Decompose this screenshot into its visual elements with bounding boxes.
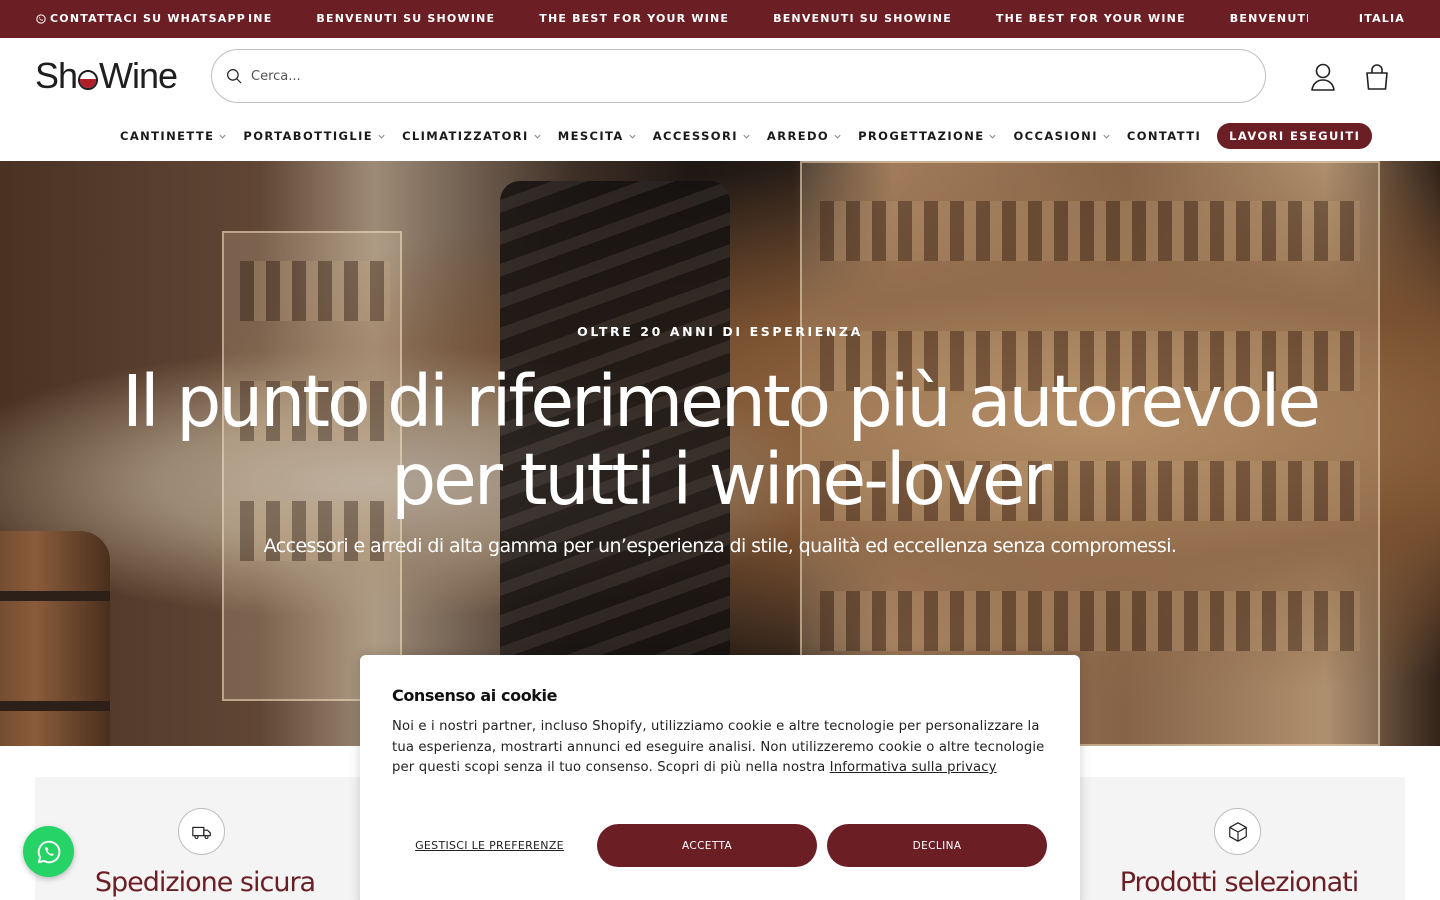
hero-bottles bbox=[820, 201, 1360, 261]
chevron-down-icon bbox=[1103, 134, 1110, 139]
logo-text-left: Sh bbox=[35, 55, 78, 96]
marquee-item: THE BEST FOR YOUR WINE bbox=[539, 12, 730, 25]
feature-icon-circle bbox=[178, 808, 225, 855]
decline-cookies-button[interactable]: DECLINA bbox=[827, 824, 1047, 867]
chevron-down-icon bbox=[629, 134, 636, 139]
nav-item-mescita[interactable]: MESCITA bbox=[558, 129, 637, 143]
nav-lavori-eseguiti-button[interactable]: LAVORI ESEGUITI bbox=[1217, 123, 1373, 149]
announcement-marquee: INE BENVENUTI SU SHOWINE THE BEST FOR YOUR… bbox=[248, 0, 1308, 38]
hero-title-line-1: Il punto di riferimento più autorevole bbox=[121, 360, 1321, 443]
whatsapp-chat-button[interactable] bbox=[23, 826, 74, 877]
chevron-down-icon bbox=[219, 134, 226, 139]
hero-bottles bbox=[820, 591, 1360, 651]
bag-icon bbox=[1366, 64, 1388, 90]
chevron-down-icon bbox=[743, 134, 750, 139]
cookie-text: Noi e i nostri partner, incluso Shopify,… bbox=[392, 717, 1057, 779]
hero-bottles bbox=[240, 261, 390, 321]
search-icon bbox=[227, 69, 242, 84]
nav-item-label: OCCASIONI bbox=[1013, 129, 1098, 143]
whatsapp-icon bbox=[36, 14, 46, 24]
cart-button[interactable] bbox=[1363, 62, 1391, 92]
search-bar[interactable] bbox=[211, 49, 1266, 103]
nav-item-cantinette[interactable]: CANTINETTE bbox=[120, 129, 227, 143]
nav-item-label: CONTATTI bbox=[1126, 129, 1202, 143]
nav-item-label: PORTABOTTIGLIE bbox=[243, 129, 374, 143]
nav-item-label: CANTINETTE bbox=[120, 129, 215, 143]
wine-glass-logo-mark bbox=[78, 70, 99, 90]
chevron-down-icon bbox=[989, 134, 997, 139]
whatsapp-contact-link[interactable]: CONTATTACI SU WHATSAPP bbox=[36, 0, 246, 38]
manage-preferences-button[interactable]: GESTISCI LE PREFERENZE bbox=[392, 824, 587, 867]
feature-icon-circle bbox=[1214, 808, 1261, 855]
nav-item-occasioni[interactable]: OCCASIONI bbox=[1013, 129, 1110, 143]
nav-item-label: ARREDO bbox=[766, 129, 830, 143]
truck-icon bbox=[191, 826, 211, 839]
nav-item-label: CLIMATIZZATORI bbox=[402, 129, 529, 143]
account-button[interactable] bbox=[1309, 62, 1337, 92]
nav-item-label: PROGETTAZIONE bbox=[858, 129, 985, 143]
hero-barrel-decoration bbox=[0, 531, 110, 746]
chevron-down-icon bbox=[834, 134, 841, 139]
cookie-consent-dialog: Consenso ai cookie Noi e i nostri partne… bbox=[360, 655, 1080, 900]
hero-title: Il punto di riferimento più autorevole p… bbox=[0, 363, 1440, 519]
nav-item-progettazione[interactable]: PROGETTAZIONE bbox=[858, 129, 997, 143]
site-logo[interactable]: Sh Wine bbox=[35, 58, 185, 94]
box-icon bbox=[1228, 821, 1247, 842]
nav-item-climatizzatori[interactable]: CLIMATIZZATORI bbox=[402, 129, 542, 143]
hero-title-line-2: per tutti i wine-lover bbox=[391, 438, 1052, 521]
user-icon bbox=[1311, 63, 1335, 91]
nav-item-label: MESCITA bbox=[557, 129, 624, 143]
whatsapp-icon bbox=[37, 840, 60, 863]
search-input[interactable] bbox=[251, 68, 1151, 84]
hero-eyebrow: OLTRE 20 ANNI DI ESPERIENZA bbox=[577, 324, 863, 339]
privacy-policy-link[interactable]: Informativa sulla privacy bbox=[830, 760, 997, 775]
nav-item-arredo[interactable]: ARREDO bbox=[767, 129, 842, 143]
country-selector[interactable]: ITALIA bbox=[1359, 0, 1405, 38]
logo-text-right: Wine bbox=[99, 55, 178, 96]
accept-cookies-button[interactable]: ACCETTA bbox=[597, 824, 817, 867]
nav-item-portabottiglie[interactable]: PORTABOTTIGLIE bbox=[243, 129, 386, 143]
marquee-item: BENVENUTI SU SHOWINE bbox=[316, 12, 496, 25]
marquee-item: INE bbox=[248, 12, 273, 25]
chevron-down-icon bbox=[534, 134, 541, 139]
cookie-title: Consenso ai cookie bbox=[392, 686, 558, 705]
announcement-bar: CONTATTACI SU WHATSAPP INE BENVENUTI SU S… bbox=[0, 0, 1440, 38]
marquee-item: BENVENUTI SU SHOWINE bbox=[1229, 12, 1308, 25]
whatsapp-label: CONTATTACI SU WHATSAPP bbox=[50, 12, 246, 25]
main-navigation: CANTINETTE PORTABOTTIGLIE CLIMATIZZATORI… bbox=[120, 122, 1373, 150]
marquee-item: THE BEST FOR YOUR WINE bbox=[995, 12, 1186, 25]
nav-item-accessori[interactable]: ACCESSORI bbox=[653, 129, 751, 143]
chevron-down-icon bbox=[378, 134, 385, 139]
marquee-item: BENVENUTI SU SHOWINE bbox=[773, 12, 952, 25]
hero-subtitle: Accessori e arredi di alta gamma per un’… bbox=[263, 535, 1177, 557]
nav-item-label: ACCESSORI bbox=[652, 129, 738, 143]
nav-item-contatti[interactable]: CONTATTI bbox=[1127, 129, 1201, 143]
feature-title: Prodotti selezionati bbox=[1119, 867, 1359, 898]
feature-title: Spedizione sicura bbox=[94, 867, 316, 898]
